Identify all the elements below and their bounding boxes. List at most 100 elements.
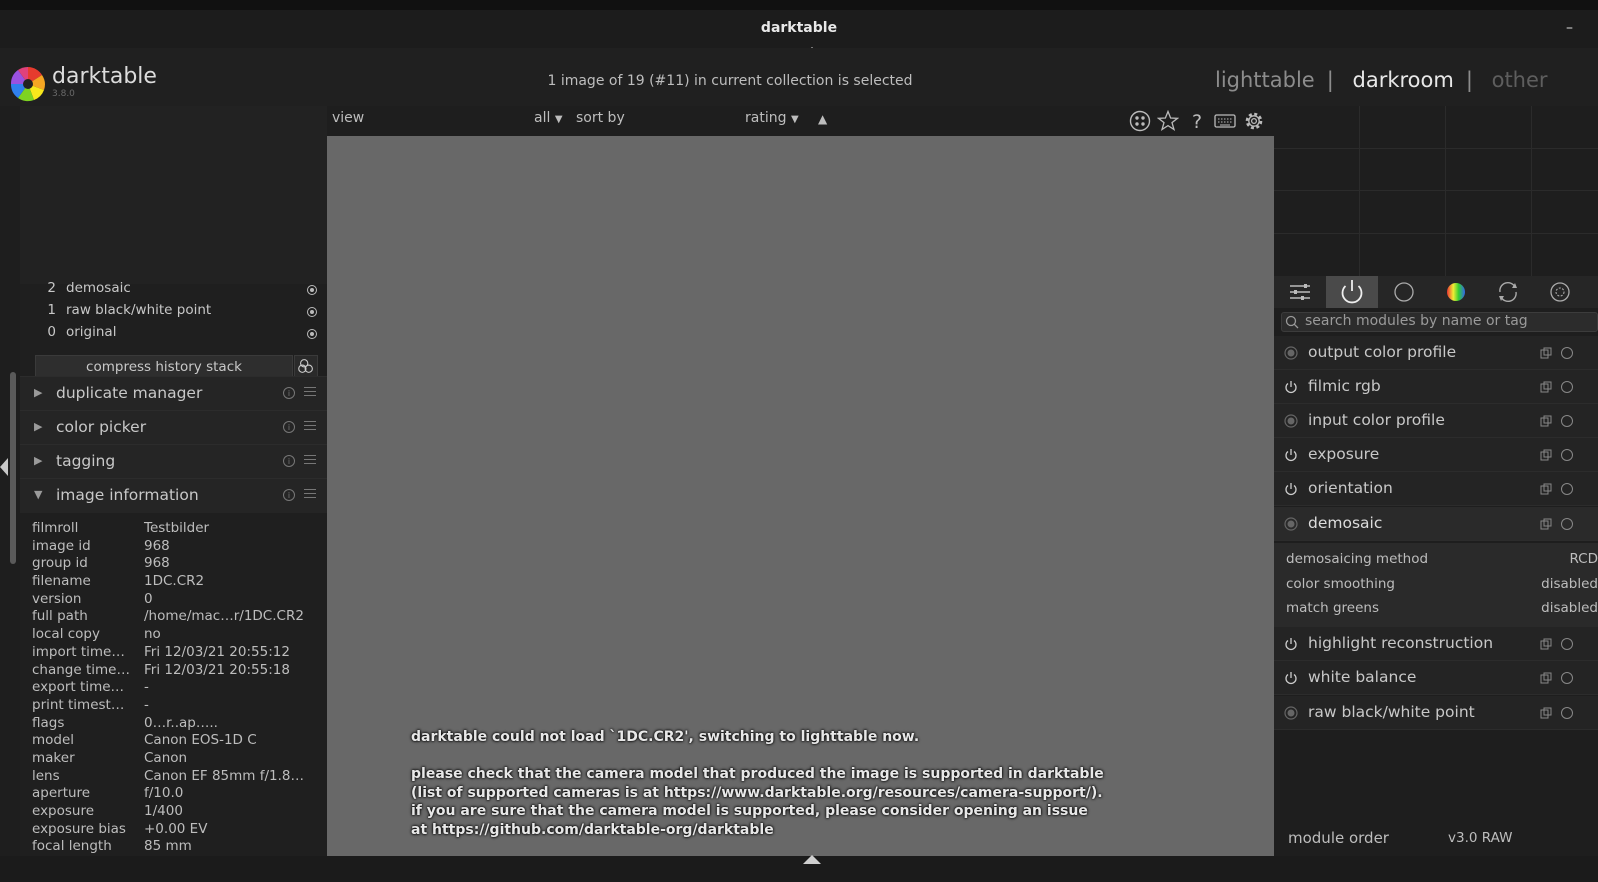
module-image-information[interactable]: ▼ image information i (20, 478, 332, 513)
multi-instance-icon[interactable] (1540, 415, 1552, 427)
svg-text:?: ? (1192, 111, 1202, 132)
module-color-picker[interactable]: ▶ color picker i (20, 410, 332, 445)
star-icon[interactable] (1157, 110, 1179, 132)
param-value: disabled (1541, 576, 1598, 592)
view-separator: | (1465, 68, 1473, 92)
history-item[interactable]: 0 original (20, 324, 332, 346)
info-icon[interactable]: i (283, 489, 295, 501)
info-icon[interactable]: i (283, 387, 295, 399)
active-modules-icon[interactable] (1326, 276, 1378, 308)
multi-instance-icon[interactable] (1540, 638, 1552, 650)
presets-menu-icon[interactable] (304, 387, 316, 399)
multi-instance-icon[interactable] (1540, 347, 1552, 359)
gear-icon[interactable] (1243, 110, 1265, 132)
reset-icon[interactable] (1561, 518, 1573, 530)
info-key: maker (32, 749, 75, 766)
reset-icon[interactable] (1561, 381, 1573, 393)
module-raw-black-white-point[interactable]: raw black/white point (1274, 696, 1598, 730)
multi-instance-icon[interactable] (1540, 672, 1552, 684)
module-highlight-reconstruction[interactable]: highlight reconstruction (1274, 627, 1598, 661)
info-row: group id 968 (32, 555, 322, 573)
param-label: demosaicing method (1286, 551, 1429, 567)
module-white-balance[interactable]: white balance (1274, 661, 1598, 695)
presets-menu-icon[interactable] (304, 489, 316, 501)
param-demosaicing-method[interactable]: demosaicing method RCD (1286, 551, 1598, 567)
bottom-panel-toggle-icon[interactable] (803, 855, 821, 864)
multi-instance-icon[interactable] (1540, 483, 1552, 495)
create-style-icon[interactable] (294, 355, 318, 377)
expand-arrow-icon: ▶ (34, 420, 43, 433)
minimize-button[interactable]: – (1566, 20, 1573, 36)
color-icon[interactable] (1430, 276, 1482, 308)
module-duplicate-manager[interactable]: ▶ duplicate manager i (20, 376, 332, 411)
view-darkroom[interactable]: darkroom (1353, 68, 1454, 92)
history-item[interactable]: 2 demosaic (20, 280, 332, 302)
search-placeholder: search modules by name or tag (1305, 313, 1528, 329)
app-name: darktable (52, 64, 157, 89)
histogram-panel (1274, 106, 1598, 276)
power-icon[interactable] (1284, 637, 1298, 651)
module-demosaic[interactable]: demosaic (1274, 507, 1598, 541)
info-key: exposure bias (32, 820, 126, 837)
multi-instance-icon[interactable] (1540, 518, 1552, 530)
keyboard-icon[interactable] (1214, 110, 1236, 132)
info-row: filmroll Testbilder (32, 520, 322, 538)
info-key: full path (32, 608, 88, 625)
param-color-smoothing[interactable]: color smoothing disabled (1286, 576, 1598, 592)
param-match-greens[interactable]: match greens disabled (1286, 600, 1598, 616)
presets-menu-icon[interactable] (304, 421, 316, 433)
info-row: aperture f/10.0 (32, 785, 322, 803)
reset-icon[interactable] (1561, 483, 1573, 495)
module-filmic-rgb[interactable]: filmic rgb (1274, 370, 1598, 404)
module-orientation[interactable]: orientation (1274, 472, 1598, 506)
left-panel-collapse-icon[interactable] (0, 458, 8, 476)
left-panel-scrollbar[interactable] (10, 372, 16, 564)
reset-icon[interactable] (1561, 449, 1573, 461)
info-row: maker Canon (32, 750, 322, 768)
multi-instance-icon[interactable] (1540, 449, 1552, 461)
view-other[interactable]: other (1492, 68, 1548, 92)
info-key: filmroll (32, 520, 79, 536)
effect-icon[interactable] (1534, 276, 1586, 308)
filter-dropdown[interactable]: all ▼ (534, 110, 563, 126)
overlay-stars-icon[interactable] (1129, 110, 1151, 132)
power-icon[interactable] (1284, 482, 1298, 496)
history-item[interactable]: 1 raw black/white point (20, 302, 332, 324)
error-line (411, 747, 1271, 766)
history-item-name: raw black/white point (66, 302, 212, 318)
help-icon[interactable]: ? (1186, 110, 1208, 132)
power-icon[interactable] (1284, 448, 1298, 462)
correct-icon[interactable] (1482, 276, 1534, 308)
base-icon[interactable] (1378, 276, 1430, 308)
info-value: Fri 12/03/21 20:55:12 (144, 643, 290, 660)
info-key: import time… (32, 643, 125, 660)
power-icon[interactable] (1284, 380, 1298, 394)
info-icon[interactable]: i (283, 421, 295, 433)
sort-direction-icon[interactable]: ▲ (818, 112, 827, 126)
module-output-color-profile[interactable]: output color profile (1274, 336, 1598, 370)
reset-icon[interactable] (1561, 347, 1573, 359)
view-label: view (332, 110, 365, 126)
reset-icon[interactable] (1561, 638, 1573, 650)
history-item-number: 0 (47, 324, 56, 340)
history-item-name: demosaic (66, 280, 131, 296)
sort-dropdown[interactable]: rating ▼ (745, 110, 799, 126)
reset-icon[interactable] (1561, 415, 1573, 427)
info-icon[interactable]: i (283, 455, 295, 467)
presets-menu-icon[interactable] (304, 455, 316, 467)
info-row: model Canon EOS-1D C (32, 732, 322, 750)
power-icon[interactable] (1284, 671, 1298, 685)
quick-access-icon[interactable] (1274, 276, 1326, 308)
module-exposure[interactable]: exposure (1274, 438, 1598, 472)
module-tagging[interactable]: ▶ tagging i (20, 444, 332, 479)
view-lighttable[interactable]: lighttable (1215, 68, 1315, 92)
info-key: version (32, 590, 82, 607)
reset-icon[interactable] (1561, 707, 1573, 719)
module-input-color-profile[interactable]: input color profile (1274, 404, 1598, 438)
multi-instance-icon[interactable] (1540, 707, 1552, 719)
info-row: print timest… - (32, 697, 322, 715)
reset-icon[interactable] (1561, 672, 1573, 684)
module-order-value[interactable]: v3.0 RAW (1448, 830, 1512, 846)
compress-history-button[interactable]: compress history stack (35, 355, 293, 377)
multi-instance-icon[interactable] (1540, 381, 1552, 393)
